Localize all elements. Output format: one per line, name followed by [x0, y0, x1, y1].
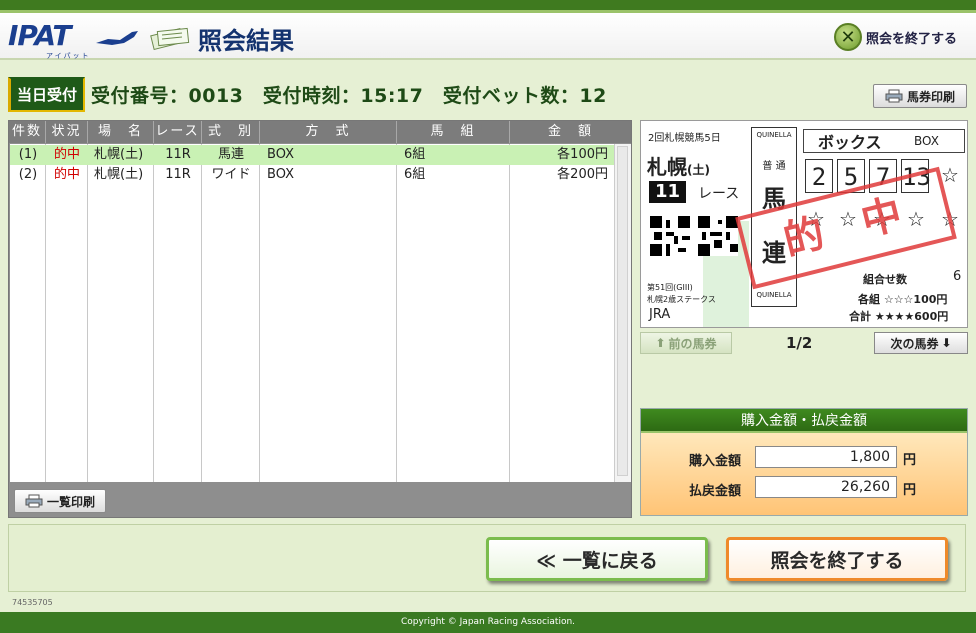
purchase-amount-value: 1,800 [755, 446, 897, 468]
table-scrollbar[interactable] [614, 144, 631, 482]
payout-amount-value: 26,260 [755, 476, 897, 498]
end-inquiry-label: 照会を終了する [770, 549, 904, 572]
print-ticket-label: 馬券印刷 [906, 89, 955, 104]
qr-code-icon [698, 216, 738, 256]
ticket-place: 札幌(土) [647, 155, 710, 179]
prev-ticket-button[interactable]: ⬆ 前の馬券 [640, 332, 732, 354]
receipt-info: 受付番号：0013 受付時刻：15:17 受付ベット数：12 [91, 84, 607, 107]
ticket-quinella-bottom: QUINELLA [756, 291, 792, 299]
star-icon: ☆ [941, 163, 959, 187]
end-inquiry-top-button[interactable]: ✕ 照会を終了する [834, 22, 957, 52]
cell-method: BOX [267, 167, 294, 182]
scrollbar-thumb[interactable] [617, 146, 628, 476]
payout-amount-row: 払戻金額 26,260 円 [641, 476, 967, 500]
print-list-button[interactable]: 一覧印刷 [14, 489, 106, 513]
cell-place: 札幌(土) [94, 147, 144, 162]
ticket-meeting: 2回札幌競馬5日 [648, 133, 721, 144]
tickets-icon [150, 27, 190, 50]
col-place[interactable]: 場 名 [88, 121, 154, 143]
ticket-race-name-2: 札幌2歳ステークス [647, 295, 716, 304]
column-lines [10, 144, 614, 482]
ipat-logo-sub: アイパット [46, 52, 91, 60]
build-id: 74535705 [12, 598, 53, 607]
ticket-quinella-top: QUINELLA [756, 131, 792, 139]
ticket-race-label: レース [698, 186, 740, 202]
next-ticket-button[interactable]: 次の馬券 ⬇ [874, 332, 968, 354]
ticket-race-name-1: 第51回(GIII) [647, 283, 693, 292]
page-title: 照会結果 [198, 27, 294, 55]
col-count[interactable]: 件数 [9, 121, 46, 143]
cell-horse-combo: 6組 [404, 167, 426, 182]
amount-panel: 購入金額・払戻金額 購入金額 1,800 円 払戻金額 26,260 円 [640, 408, 968, 516]
printer-icon [885, 89, 903, 103]
horse-logo-icon [96, 31, 138, 45]
cell-count: (2) [18, 167, 38, 182]
col-status[interactable]: 状況 [46, 121, 88, 143]
ticket-page-indicator: 1/2 [786, 334, 813, 352]
ticket-combo-label: 組合せ数 [863, 273, 907, 286]
cell-place: 札幌(土) [94, 167, 144, 182]
end-inquiry-top-label: 照会を終了する [866, 31, 958, 47]
footer-copyright: Copyright © Japan Racing Association. [0, 612, 976, 633]
betting-ticket: 2回札幌競馬5日 札幌(土) 11 レース 第51回(GIII) 札幌2歳ステー… [640, 120, 968, 328]
table-row[interactable]: (2) 的中 札幌(土) 11R ワイド BOX 6組 各200円 [10, 165, 614, 185]
cell-amount: 各100円 [557, 147, 608, 162]
ticket-box-label: ボックス BOX [803, 129, 965, 153]
col-race[interactable]: レース [154, 121, 202, 143]
purchase-amount-row: 購入金額 1,800 円 [641, 446, 967, 470]
yen-unit: 円 [903, 453, 917, 468]
ticket-jra: JRA [649, 307, 671, 322]
table-header: 件数 状況 場 名 レース 式 別 方 式 馬 組 金 額 [9, 121, 631, 143]
cell-count: (1) [18, 147, 38, 162]
ticket-combo-value: 6 [953, 269, 962, 284]
cell-amount: 各200円 [557, 167, 608, 182]
end-inquiry-button[interactable]: 照会を終了する [726, 537, 948, 581]
ipat-logo: IPAT [8, 19, 71, 52]
cell-bet-type: 馬連 [217, 147, 244, 162]
cell-status: 的中 [53, 147, 80, 162]
ticket-pager: ⬆ 前の馬券 1/2 次の馬券 ⬇ [640, 332, 968, 356]
purchase-amount-label: 購入金額 [689, 454, 742, 469]
ticket-race-number: 11 [649, 181, 687, 203]
today-badge: 当日受付 [8, 76, 86, 112]
ticket-total-amount: 合計 ★★★★600円 [849, 310, 949, 323]
table-row[interactable]: (1) 的中 札幌(土) 11R 馬連 BOX 6組 各100円 [10, 145, 614, 165]
cell-race: 11R [165, 147, 191, 162]
print-list-label: 一覧印刷 [46, 494, 95, 509]
cell-bet-type: ワイド [211, 167, 251, 182]
table-body: (1) 的中 札幌(土) 11R 馬連 BOX 6組 各100円 (2) 的中 … [10, 144, 614, 482]
result-table: 件数 状況 場 名 レース 式 別 方 式 馬 組 金 額 (1) 的中 札幌(… [8, 120, 632, 518]
cell-method: BOX [267, 147, 294, 162]
back-to-list-button[interactable]: ≪ 一覧に戻る [486, 537, 708, 581]
amount-panel-title: 購入金額・払戻金額 [641, 409, 967, 433]
col-amount[interactable]: 金 額 [510, 121, 631, 143]
qr-code-icon [650, 216, 690, 256]
header: IPAT アイパット 照会結果 ✕ 照会を終了する [0, 13, 976, 60]
col-bet-type[interactable]: 式 別 [202, 121, 260, 143]
yen-unit: 円 [903, 483, 917, 498]
col-method[interactable]: 方 式 [260, 121, 397, 143]
horse-number: 2 [805, 159, 833, 193]
print-ticket-button[interactable]: 馬券印刷 [873, 84, 967, 108]
cell-horse-combo: 6組 [404, 147, 426, 162]
arrow-up-icon: ⬆ [655, 336, 666, 350]
payout-amount-label: 払戻金額 [689, 484, 742, 499]
ticket-futsu: 普 通 [762, 161, 786, 172]
ticket-each-amount: 各組 ☆☆☆100円 [858, 293, 948, 306]
close-icon: ✕ [834, 23, 862, 51]
cell-race: 11R [165, 167, 191, 182]
printer-icon [25, 494, 43, 508]
cell-status: 的中 [53, 167, 80, 182]
arrow-down-icon: ⬇ [941, 336, 952, 350]
info-bar: 当日受付 受付番号：0013 受付時刻：15:17 受付ベット数：12 [8, 76, 638, 112]
col-horse-combo[interactable]: 馬 組 [397, 121, 510, 143]
back-to-list-label: ≪ 一覧に戻る [536, 549, 658, 572]
